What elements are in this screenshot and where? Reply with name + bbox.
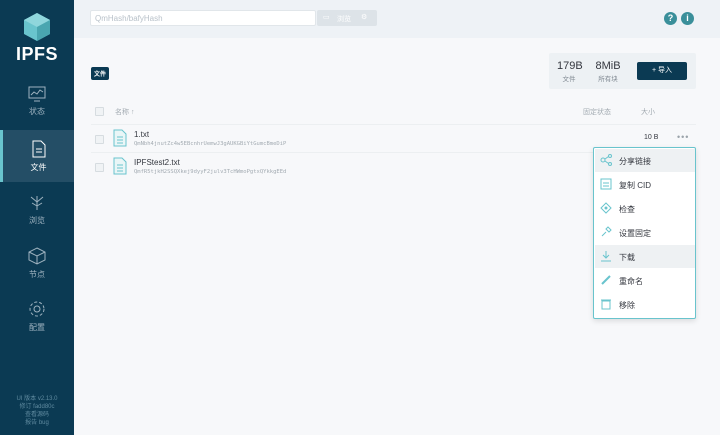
blocks-size: 8MiB — [595, 60, 621, 72]
files-caption: 文件 — [562, 76, 576, 83]
name-column-header[interactable]: 名称 ↑ — [115, 107, 134, 117]
gear-icon — [29, 301, 45, 317]
sidebar: IPFS 状态 文件 浏览 节点 配置 UI 版本 v2.13.0 修订 fad… — [0, 0, 74, 435]
tree-icon — [30, 196, 44, 210]
sidebar-item-label: 文件 — [30, 163, 47, 172]
top-bar: QmHash/bafyHash ▭ 浏览 ⚙ ? i — [74, 0, 720, 38]
pencil-icon — [601, 275, 611, 285]
download-icon — [601, 251, 611, 262]
folder-icon: ▭ — [323, 14, 330, 21]
document-icon — [32, 140, 45, 158]
row-checkbox[interactable] — [95, 135, 104, 144]
source-link[interactable]: 查看源码 — [0, 411, 74, 419]
revision-link[interactable]: 修订 fadd80c — [0, 403, 74, 411]
menu-item-label: 分享链接 — [619, 157, 651, 166]
sidebar-item-label: 配置 — [29, 323, 45, 332]
sidebar-item-label: 节点 — [29, 270, 45, 279]
file-name[interactable]: IPFStest2.txt — [134, 158, 180, 167]
text-file-icon — [113, 157, 127, 175]
menu-item-label: 设置固定 — [619, 229, 651, 238]
menu-item-set-pinning[interactable]: 设置固定 — [595, 221, 695, 244]
size-column-header[interactable]: 大小 — [641, 107, 655, 117]
logo-text: IPFS — [15, 44, 58, 64]
pin-icon — [601, 226, 612, 237]
sidebar-item-label: 浏览 — [29, 216, 45, 225]
inspect-icon — [600, 202, 612, 214]
cube-icon — [28, 247, 46, 265]
menu-item-label: 重命名 — [619, 277, 643, 286]
menu-item-label: 检查 — [619, 205, 635, 214]
search-input[interactable]: QmHash/bafyHash — [90, 10, 316, 26]
menu-item-label: 复制 CID — [619, 181, 651, 190]
report-bug-link[interactable]: 报告 bug — [0, 419, 74, 427]
table-header: 名称 ↑ 固定状态 大小 — [91, 103, 696, 121]
sidebar-item-files[interactable]: 文件 — [0, 130, 74, 182]
blocks-stat: 8MiB 所有块 — [593, 60, 623, 83]
menu-item-remove[interactable]: 移除 — [595, 293, 695, 316]
ui-version: UI 版本 v2.13.0 — [16, 396, 58, 402]
share-icon — [600, 154, 612, 166]
file-size: 10 B — [644, 134, 659, 141]
context-menu: 分享链接 复制 CID 检查 设置固定 下载 重命名 移除 — [593, 147, 696, 319]
copy-icon — [600, 178, 612, 190]
menu-item-rename[interactable]: 重命名 — [595, 269, 695, 292]
more-options-icon[interactable]: ••• — [677, 132, 689, 142]
sidebar-item-explore[interactable]: 浏览 — [0, 193, 74, 245]
menu-item-inspect[interactable]: 检查 — [595, 197, 695, 220]
pin-status-column-header: 固定状态 — [583, 109, 611, 116]
help-icon[interactable]: ? — [664, 12, 677, 25]
file-hash: QmfR5tjkH2SSQXkej9dyyF2julv3TcHWmoPgtxQY… — [134, 169, 287, 175]
select-all-checkbox[interactable] — [95, 107, 104, 116]
file-name[interactable]: 1.txt — [134, 130, 149, 139]
browse-button[interactable]: ▭ 浏览 ⚙ — [317, 10, 377, 26]
file-hash: QmNbh4jnutZc4w5EBcnhrUemwJ3gAUKGBiYtGumc… — [134, 141, 287, 147]
more-icon: ⚙ — [361, 14, 368, 21]
menu-item-copy-cid[interactable]: 复制 CID — [595, 173, 695, 196]
blocks-caption: 所有块 — [598, 76, 618, 83]
files-stat: 179B 文件 — [557, 60, 583, 83]
info-icon[interactable]: i — [681, 12, 694, 25]
menu-item-download[interactable]: 下载 — [595, 245, 695, 268]
menu-item-label: 移除 — [619, 301, 635, 310]
sidebar-footer: UI 版本 v2.13.0 修订 fadd80c 查看源码 报告 bug — [0, 395, 74, 427]
monitor-icon — [28, 86, 46, 102]
browse-label: 浏览 — [337, 16, 351, 23]
import-button[interactable]: + 导入 — [637, 62, 687, 80]
menu-item-share-link[interactable]: 分享链接 — [595, 149, 695, 172]
ipfs-logo[interactable]: IPFS — [0, 12, 74, 65]
ipfs-cube-icon — [24, 13, 50, 41]
sidebar-item-peers[interactable]: 节点 — [0, 247, 74, 299]
trash-icon — [601, 299, 611, 310]
breadcrumb[interactable]: 文件 — [91, 67, 110, 80]
sidebar-item-settings[interactable]: 配置 — [0, 300, 74, 352]
menu-item-label: 下载 — [619, 253, 635, 262]
sidebar-item-label: 状态 — [29, 107, 45, 116]
text-file-icon — [113, 129, 127, 147]
row-checkbox[interactable] — [95, 163, 104, 172]
files-size: 179B — [557, 60, 583, 72]
